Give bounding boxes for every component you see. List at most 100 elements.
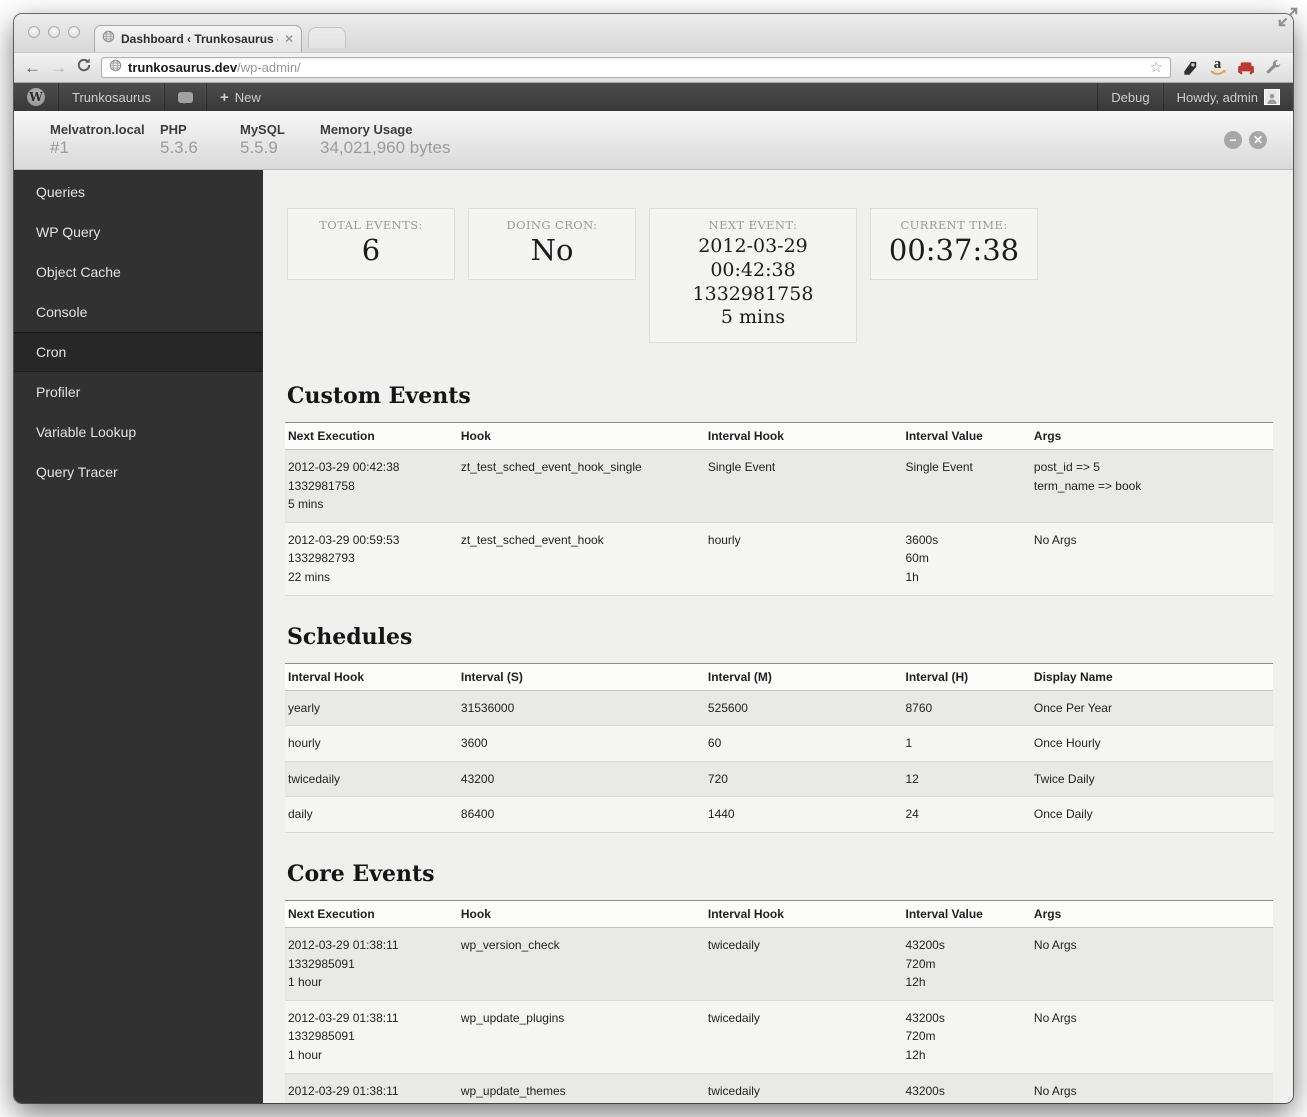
cell-line: 86400 — [460, 807, 495, 822]
sidebar-item-queries[interactable]: Queries — [14, 172, 263, 212]
amazon-extension-icon[interactable]: a — [1208, 57, 1227, 77]
table-cell: 2012-03-29 01:38:1113329850911 hour — [285, 1073, 458, 1103]
debug-menu[interactable]: Debug — [1097, 83, 1162, 111]
wordpress-logo[interactable]: W — [14, 83, 59, 111]
debug-info-value: 34,021,960 bytes — [320, 138, 451, 157]
column-header: Interval Value — [902, 422, 1031, 450]
table-cell: 2012-03-29 01:38:1113329850911 hour — [285, 1000, 458, 1074]
traffic-zoom-button[interactable] — [68, 26, 80, 38]
tab-title: Dashboard ‹ Trunkosaurus – — [121, 32, 278, 46]
cell-line: 525600 — [707, 700, 748, 715]
cell-line: wp_update_themes — [460, 1083, 566, 1098]
couch-extension-icon[interactable] — [1236, 58, 1255, 77]
table-header-row: Interval Hook Interval (S) Interval (M) Int… — [285, 662, 1273, 691]
column-header: Hook — [457, 422, 705, 450]
resize-icon[interactable] — [1277, 6, 1299, 33]
titlebar: Dashboard ‹ Trunkosaurus – ✕ — [14, 14, 1293, 52]
section-title: Schedules — [287, 623, 413, 650]
cell-line: 2012-03-29 01:38:11 — [288, 1083, 399, 1098]
cell-line: 60m — [905, 551, 929, 566]
reload-icon[interactable] — [76, 57, 92, 78]
table-cell: hourly — [704, 522, 903, 596]
screenshot-extension-icon[interactable] — [1180, 58, 1199, 77]
stat-value: No — [530, 233, 574, 267]
cell-line: Single Event — [905, 460, 973, 474]
sidebar-item-object-cache[interactable]: Object Cache — [14, 252, 263, 292]
cell-line: 1 hour — [288, 1047, 323, 1062]
table-cell: Single Event — [902, 449, 1031, 523]
column-header: Display Name — [1030, 662, 1273, 691]
cell-line: 22 mins — [288, 569, 331, 584]
stat-box: CURRENT TIME: 00:37:38 — [870, 208, 1038, 280]
table-cell: wp_update_themes — [457, 1073, 705, 1103]
browser-tab[interactable]: Dashboard ‹ Trunkosaurus – ✕ — [94, 25, 302, 52]
cell-line: twicedaily — [288, 771, 341, 786]
table-row: 2012-03-29 01:38:1113329850911 hourwp_up… — [285, 1073, 1273, 1103]
wrench-icon[interactable] — [1264, 58, 1283, 77]
stat-box: NEXT EVENT: 2012-03-29 00:42:38 1332981758… — [649, 208, 857, 343]
table-cell: 24 — [902, 796, 1031, 833]
table-cell: Once Hourly — [1030, 725, 1273, 762]
cell-line: post_id => 5 — [1033, 460, 1100, 474]
cell-line: wp_version_check — [460, 937, 560, 952]
url-text: trunkosaurus.dev/wp-admin/ — [128, 60, 1144, 75]
debug-info-label: Memory Usage — [320, 122, 413, 137]
back-icon[interactable]: ← — [24, 59, 41, 76]
section-title: Core Events — [287, 860, 435, 887]
new-content-menu[interactable]: + New — [207, 83, 274, 111]
debug-minimize-button[interactable]: − — [1224, 131, 1242, 149]
traffic-minimize-button[interactable] — [48, 26, 60, 38]
table-cell: 2012-03-29 00:42:38 1332981758 5 mins — [285, 449, 458, 523]
sidebar-item-variable-lookup[interactable]: Variable Lookup — [14, 412, 263, 452]
table-row: 2012-03-29 01:38:11 1332985091 1 hour wp_ve… — [285, 927, 1273, 1001]
stat-value: 6 — [361, 233, 381, 267]
debug-close-button[interactable]: ✕ — [1249, 131, 1267, 149]
cell-line: 2012-03-29 00:59:53 — [288, 532, 400, 547]
column-header: Interval Hook — [704, 422, 903, 450]
table-row: 2012-03-29 00:42:38 1332981758 5 mins zt_te… — [285, 449, 1273, 523]
sidebar-item-query-tracer[interactable]: Query Tracer — [14, 452, 263, 492]
table-cell: 525600 — [704, 690, 903, 727]
table-cell: 720 — [704, 761, 903, 798]
cell-line: twicedaily — [707, 1083, 760, 1098]
stat-label: CURRENT TIME: — [900, 218, 1008, 232]
cell-line: 12 — [905, 771, 919, 786]
sidebar-item-wp-query[interactable]: WP Query — [14, 212, 263, 252]
debug-info-item: Melvatron.local #1 — [50, 122, 160, 158]
account-menu[interactable]: Howdy, admin — [1162, 83, 1293, 111]
table-cell: 43200s 720m 12h — [902, 927, 1031, 1001]
table-row: twicedaily 43200 720 12 Twice Daily — [285, 761, 1273, 798]
table-cell: 3600s 60m 1h — [902, 522, 1031, 596]
table-cell: daily — [285, 796, 458, 833]
cell-line: 3600s — [905, 532, 939, 547]
forward-icon[interactable]: → — [50, 59, 67, 76]
new-tab-button[interactable] — [308, 27, 346, 48]
table-cell: 86400 — [457, 796, 705, 833]
sidebar-item-console[interactable]: Console — [14, 292, 263, 332]
table-cell: wp_update_plugins — [457, 1000, 705, 1074]
debug-info-item: PHP 5.3.6 — [160, 122, 240, 158]
table-cell: 2012-03-29 01:38:1113329850911 hour — [285, 927, 458, 1001]
cell-line: No Args — [1033, 937, 1077, 952]
comments-menu[interactable] — [165, 83, 207, 111]
comments-icon — [178, 91, 193, 104]
cell-line: 1h — [905, 569, 919, 584]
section-custom-events: Custom Events Next Execution Hook Interval … — [285, 383, 1273, 596]
cell-line: 1440 — [707, 807, 735, 822]
sidebar-item-cron[interactable]: Cron — [14, 332, 263, 372]
sidebar-item-profiler[interactable]: Profiler — [14, 372, 263, 412]
table-row: yearly 31536000 525600 8760 Once Per Year — [285, 690, 1273, 727]
table-header-row: Next Execution Hook Interval Hook Interval … — [285, 422, 1273, 450]
table-row: 2012-03-29 00:59:53 1332982793 22 mins zt_t… — [285, 522, 1273, 596]
table-cell: 8760 — [902, 690, 1031, 727]
site-name-menu[interactable]: Trunkosaurus — [59, 83, 165, 111]
column-header: Interval Value — [902, 899, 1031, 928]
bookmark-star-icon[interactable]: ☆ — [1150, 60, 1163, 75]
cell-line: 43200s — [905, 1010, 945, 1025]
cell-line: 1332982793 — [288, 551, 355, 566]
url-bar[interactable]: trunkosaurus.dev/wp-admin/ ☆ — [101, 57, 1171, 78]
stat-label: NEXT EVENT: — [708, 218, 798, 232]
table-cell: zt_test_sched_event_hook — [457, 522, 705, 596]
traffic-close-button[interactable] — [28, 26, 40, 38]
tab-close-icon[interactable]: ✕ — [284, 32, 294, 46]
